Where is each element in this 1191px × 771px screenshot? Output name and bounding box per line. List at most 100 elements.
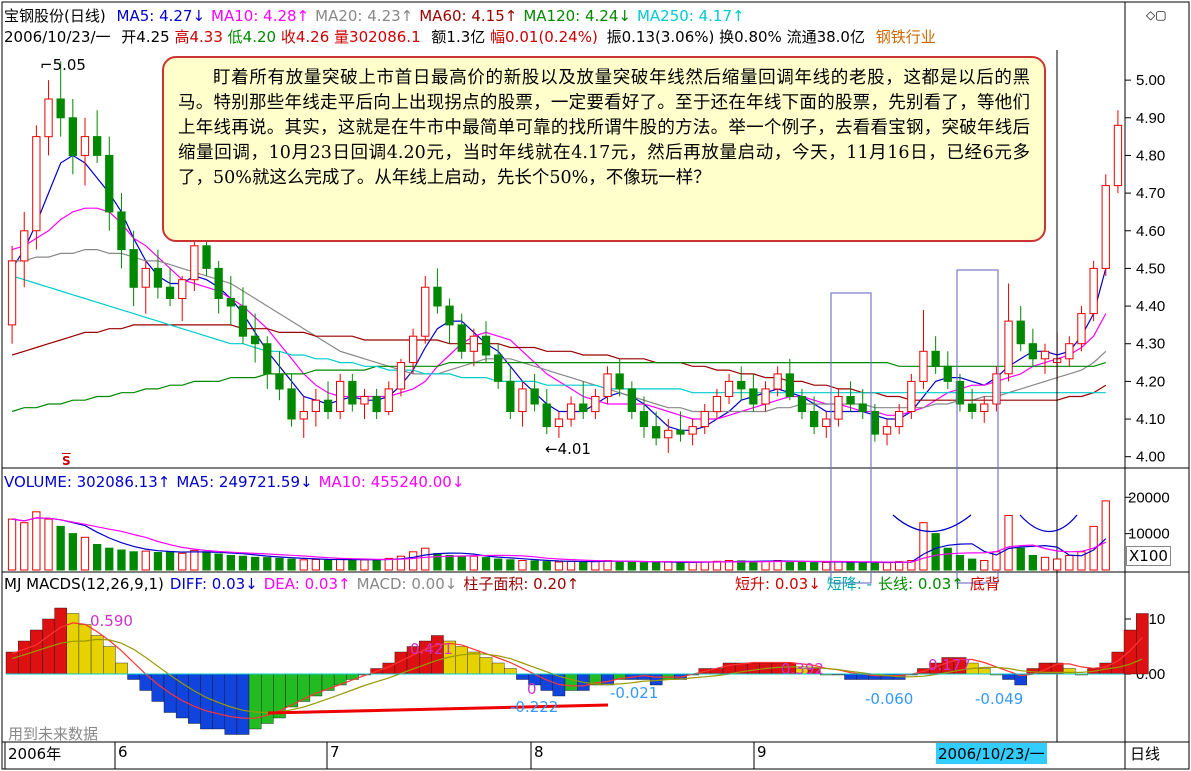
price-tick-label-10: 4.00 xyxy=(1136,449,1165,466)
volume-unit-label: X100 xyxy=(1126,546,1171,566)
ma-label-2: MA20: 4.23↑ xyxy=(315,7,414,25)
volume-bar-78 xyxy=(955,555,965,571)
macd-bar-61 xyxy=(747,662,760,675)
candle-body-81 xyxy=(992,373,1001,405)
volume-bar-83 xyxy=(1016,547,1025,571)
candle-body-37 xyxy=(457,324,466,352)
candle-body-69 xyxy=(846,396,855,405)
macd-bar-93 xyxy=(1135,613,1149,675)
volume-bar-42 xyxy=(518,560,527,571)
volume-bar-9 xyxy=(117,549,126,571)
volume-bar-41 xyxy=(506,559,515,571)
volume-bar-18 xyxy=(226,555,235,571)
volume-bar-8 xyxy=(105,547,114,571)
volume-bar-61 xyxy=(749,561,758,571)
volume-bar-71 xyxy=(870,562,880,571)
macd-header: MJ MACDS(12,26,9,1) DIFF: 0.03↓ DEA: 0.03↑… xyxy=(4,575,585,593)
candle-body-33 xyxy=(409,335,418,364)
volume-bar-51 xyxy=(627,561,637,571)
candle-body-11 xyxy=(141,267,150,288)
candle-body-48 xyxy=(591,396,600,413)
window-restore-icon[interactable]: ◇▢ xyxy=(1146,6,1167,24)
future-data-note: 用到未来数据 xyxy=(8,725,99,743)
macd-bar-40 xyxy=(491,662,505,675)
annotation-box: 盯着所有放量突破上市首日最高价的新股以及放量突破年线然后缩量回调年线的老股，这都… xyxy=(162,56,1046,242)
volume-bar-90 xyxy=(1101,500,1110,571)
candle-body-15 xyxy=(190,245,199,281)
ma-label-1: MA10: 4.28↑ xyxy=(211,7,310,25)
candle-body-44 xyxy=(542,403,551,428)
macd-bar-37 xyxy=(455,646,469,675)
candle-body-13 xyxy=(165,286,175,300)
volume-bar-23 xyxy=(287,558,296,571)
macd-label-3: MACD: 0.00↓ xyxy=(356,575,458,593)
volume-bar-55 xyxy=(676,562,685,571)
volume-bar-10 xyxy=(129,551,138,571)
candle-body-35 xyxy=(433,286,442,307)
date-tick-3: 8 xyxy=(534,743,544,761)
industry-link[interactable]: 钢铁行业 xyxy=(876,28,936,46)
candle-body-45 xyxy=(554,418,564,427)
volume-bar-79 xyxy=(968,558,977,571)
volume-bar-3 xyxy=(44,518,53,571)
volume-bar-65 xyxy=(797,561,807,571)
macd-label-4: 柱子面积: 0.20↑ xyxy=(463,575,580,593)
quote-high: 高4.33 xyxy=(174,28,223,46)
volume-label-1: MA5: 249721.59↓ xyxy=(176,473,313,491)
price-tick-label-4: 4.60 xyxy=(1136,223,1165,240)
macd-bar-44 xyxy=(540,673,554,691)
candle-body-14 xyxy=(178,279,187,300)
volume-bar-56 xyxy=(688,561,697,571)
volume-bar-40 xyxy=(494,558,503,571)
volume-bar-37 xyxy=(457,556,466,571)
macd-bar-4 xyxy=(54,607,67,675)
candle-body-74 xyxy=(907,380,916,412)
candle-body-3 xyxy=(44,98,53,138)
candle-body-56 xyxy=(688,426,697,435)
candle-body-58 xyxy=(712,396,722,413)
macd-bar-52 xyxy=(637,673,651,680)
macd-bar-18 xyxy=(224,673,238,735)
macd-label-1: DIFF: 0.03↓ xyxy=(169,575,258,593)
volume-bar-48 xyxy=(591,560,600,571)
ma-line-ma250 xyxy=(11,275,1106,394)
candle-body-41 xyxy=(506,380,515,412)
candle-body-23 xyxy=(287,388,296,420)
macd-bar-20 xyxy=(248,673,262,730)
price-tick-label-5: 4.50 xyxy=(1136,260,1165,277)
volume-bar-19 xyxy=(238,555,248,571)
candle-body-22 xyxy=(275,373,284,390)
candle-body-26 xyxy=(323,399,333,413)
quote-change: 幅0.01(0.24%) xyxy=(490,28,598,46)
quote-float: 流通38.0亿 xyxy=(786,28,865,46)
macd-value-7: 0.177 xyxy=(928,656,971,674)
candle-body-12 xyxy=(153,267,163,288)
price-tick-label-8: 4.20 xyxy=(1136,373,1165,390)
volume-bar-84 xyxy=(1028,555,1037,571)
candle-body-61 xyxy=(749,388,758,405)
candle-body-53 xyxy=(652,426,661,439)
volume-bar-14 xyxy=(178,552,187,571)
quote-low: 低4.20 xyxy=(227,28,277,46)
volume-bar-50 xyxy=(615,560,624,571)
volume-bar-16 xyxy=(202,551,211,571)
candle-body-52 xyxy=(639,411,649,428)
macd-value-1: 0.421 xyxy=(410,640,453,658)
macd-bar-6 xyxy=(78,624,92,675)
candle-body-50 xyxy=(615,373,624,390)
candle-body-85 xyxy=(1040,350,1050,360)
candle-body-18 xyxy=(226,298,235,307)
volume-bar-68 xyxy=(834,561,843,571)
macd-bar-69 xyxy=(844,673,857,680)
macd-bar-87 xyxy=(1062,668,1076,675)
volume-bar-17 xyxy=(214,553,223,571)
candle-body-40 xyxy=(494,354,503,382)
volume-arc-1 xyxy=(892,514,972,533)
volume-bar-12 xyxy=(153,552,163,571)
macd-bar-26 xyxy=(321,673,335,691)
volume-bar-22 xyxy=(275,557,284,571)
candle-body-24 xyxy=(299,411,308,420)
date-tick-4: 9 xyxy=(757,743,767,761)
candle-body-7 xyxy=(93,136,102,156)
period-button[interactable]: 日线 xyxy=(1130,743,1160,764)
